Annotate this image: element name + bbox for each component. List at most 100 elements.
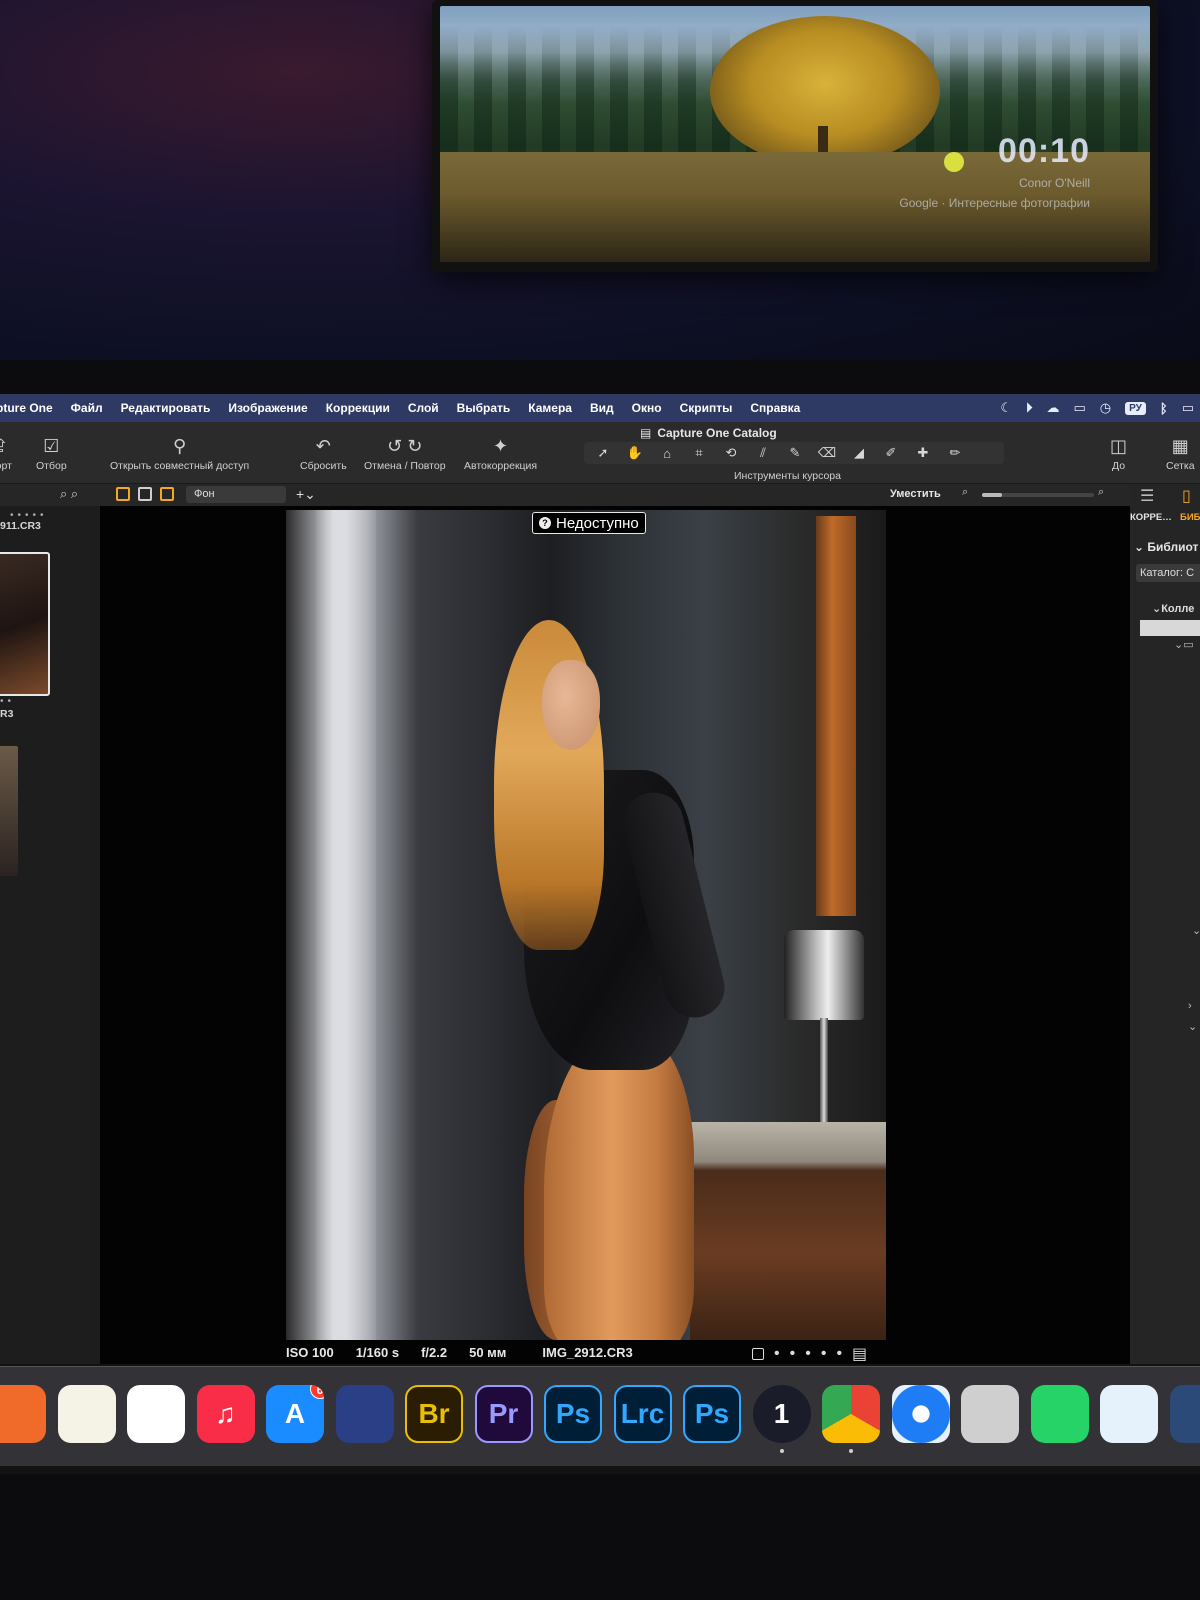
screensaver-status-icon [944, 152, 964, 172]
chevron-down-icon[interactable]: ⌄ [1192, 924, 1200, 937]
brush-tool-icon[interactable]: ✎ [782, 445, 808, 461]
menu-select[interactable]: Выбрать [457, 401, 511, 415]
before-after-button[interactable]: ◫ До [1110, 436, 1127, 472]
grid-button[interactable]: ▦ Сетка [1166, 436, 1195, 472]
before-after-label: До [1111, 460, 1126, 472]
rotate-tool-icon[interactable]: ⟲ [718, 445, 744, 461]
dock-chrome-icon[interactable] [822, 1385, 880, 1443]
dock-capture-one-settings-icon[interactable] [335, 1385, 394, 1443]
dock-capture-one-label: 1 [773, 1398, 790, 1429]
loupe-tool-icon[interactable]: ⌂ [654, 446, 680, 461]
cursor-tools: ➚ ✋ ⌂ ⌗ ⟲ ⫽ ✎ ⌫ ◢ ✐ ✚ ✏ [584, 442, 1004, 464]
thumbnail-selected[interactable] [0, 552, 50, 696]
unavailable-badge: ? Недоступно [532, 512, 646, 534]
proof-view-icon[interactable] [160, 487, 174, 501]
photo-preview[interactable] [286, 510, 886, 1340]
input-language[interactable]: РУ [1125, 401, 1146, 415]
dock-freeform-icon[interactable] [127, 1385, 185, 1443]
play-icon[interactable]: ⏵ [1026, 400, 1033, 416]
dock: ♫ A 6 Br Pr Ps Lrc Ps 1 [0, 1366, 1200, 1466]
notification-badge: 6 [310, 1385, 324, 1399]
search-icon[interactable]: ⌕ ⌕ [60, 486, 78, 502]
select-button[interactable]: ☑ Отбор [36, 436, 67, 472]
library-tab-icon[interactable]: ▯ [1182, 486, 1191, 506]
auto-adjust-button[interactable]: ✦ Автокоррекция [464, 436, 537, 472]
thumbnail[interactable] [0, 746, 18, 876]
menu-adjustments[interactable]: Коррекции [326, 401, 390, 415]
export-button[interactable]: ⇪ порт [0, 436, 12, 472]
info-icon[interactable]: ▤ [852, 1344, 867, 1364]
viewer[interactable]: ? Недоступно ISO 100 1/160 s f/2.2 50 мм… [100, 506, 1130, 1364]
zoom-in-icon[interactable]: ⌕ [1098, 486, 1104, 499]
pointer-tool-icon[interactable]: ➚ [590, 445, 616, 461]
catalog-select[interactable]: Каталог: С [1136, 564, 1200, 582]
menu-app[interactable]: pture One [0, 401, 53, 415]
reset-button[interactable]: ↶ Сбросить [300, 436, 347, 472]
collection-row-selected[interactable] [1140, 620, 1200, 636]
dock-app-store-icon[interactable]: A6 [266, 1385, 324, 1443]
keystone-tool-icon[interactable]: ⫽ [750, 445, 776, 461]
menu-scripts[interactable]: Скрипты [680, 401, 733, 415]
dock-quicktime-icon[interactable] [1169, 1385, 1200, 1443]
pan-tool-icon[interactable]: ✋ [622, 445, 648, 461]
dock-lightroom-classic-icon[interactable]: Lrc [613, 1385, 672, 1443]
color-tag-box[interactable] [752, 1348, 764, 1360]
share-button[interactable]: ⚲ Открыть совместный доступ [110, 436, 249, 472]
zoom-out-icon[interactable]: ⌕ [962, 486, 968, 499]
dock-photoshop-icon[interactable]: Ps [683, 1385, 741, 1443]
undo-redo-button[interactable]: ↺ ↻ Отмена / Повтор [364, 436, 446, 472]
crop-tool-icon[interactable]: ⌗ [686, 445, 712, 461]
menu-file[interactable]: Файл [71, 401, 103, 415]
heal-tool-icon[interactable]: ✚ [910, 445, 936, 461]
dock-bridge-icon[interactable]: Br [405, 1385, 463, 1443]
menu-camera[interactable]: Камера [528, 401, 572, 415]
library-header[interactable]: ⌄ Библиот [1134, 540, 1198, 554]
tab-library[interactable]: БИБ [1180, 512, 1200, 523]
star-dot-2[interactable]: • [790, 1345, 796, 1363]
cloud-icon[interactable]: ☁ [1046, 400, 1059, 416]
eraser-tool-icon[interactable]: ⌫ [814, 445, 840, 461]
menu-edit[interactable]: Редактировать [121, 401, 211, 415]
chevron-right-icon[interactable]: › [1188, 1000, 1192, 1012]
zoom-slider[interactable] [982, 493, 1094, 497]
display-icon[interactable]: ▭ [1073, 400, 1085, 416]
chevron-down-icon-2[interactable]: ⌄ [1188, 1020, 1197, 1033]
dock-safari-icon[interactable] [891, 1385, 950, 1443]
bluetooth-icon[interactable]: ᛒ [1160, 401, 1168, 416]
folder-icon[interactable]: ⌄▭ [1174, 638, 1194, 651]
gradient-tool-icon[interactable]: ◢ [846, 445, 872, 461]
star-dot-5[interactable]: • [836, 1345, 842, 1363]
picker-tool-icon[interactable]: ✐ [878, 445, 904, 461]
menu-image[interactable]: Изображение [228, 401, 307, 415]
dock-music-icon[interactable]: ♫ [196, 1385, 255, 1443]
dock-telegram-icon[interactable] [1100, 1385, 1158, 1443]
menu-help[interactable]: Справка [750, 401, 800, 415]
annotate-tool-icon[interactable]: ✏ [942, 445, 968, 461]
dock-photos-icon[interactable] [0, 1385, 46, 1443]
dock-premiere-label: Pr [488, 1398, 519, 1429]
fit-button[interactable]: Уместить [890, 488, 941, 500]
single-view-icon[interactable] [138, 487, 152, 501]
star-dot-3[interactable]: • [805, 1345, 811, 1363]
dock-photoshop-beta-icon[interactable]: Ps [544, 1385, 602, 1443]
menu-view[interactable]: Вид [590, 401, 614, 415]
collections-header[interactable]: ⌄Колле [1152, 602, 1194, 615]
grid-view-icon[interactable] [116, 487, 130, 501]
menu-layer[interactable]: Слой [408, 401, 439, 415]
adjustments-tab-icon[interactable]: ☰ [1140, 486, 1154, 506]
time-machine-icon[interactable]: ◷ [1100, 400, 1111, 416]
dock-image-capture-icon[interactable] [961, 1385, 1019, 1443]
tab-adjustments[interactable]: КОРРЕ… [1130, 512, 1172, 523]
add-layer-icon[interactable]: +⌄ [296, 486, 316, 503]
menu-window[interactable]: Окно [632, 401, 662, 415]
layer-select[interactable]: Фон [186, 486, 286, 503]
dock-capture-one-icon[interactable]: 1 [752, 1385, 811, 1443]
dock-whatsapp-icon[interactable] [1030, 1385, 1089, 1443]
star-dot-1[interactable]: • [774, 1345, 780, 1363]
star-dot-4[interactable]: • [821, 1345, 827, 1363]
dock-premiere-icon[interactable]: Pr [474, 1385, 533, 1443]
running-indicator [849, 1449, 853, 1453]
moon-icon[interactable]: ☾ [1000, 400, 1012, 416]
dock-notes-icon[interactable] [57, 1385, 116, 1443]
battery-icon[interactable]: ▭ [1182, 400, 1194, 416]
